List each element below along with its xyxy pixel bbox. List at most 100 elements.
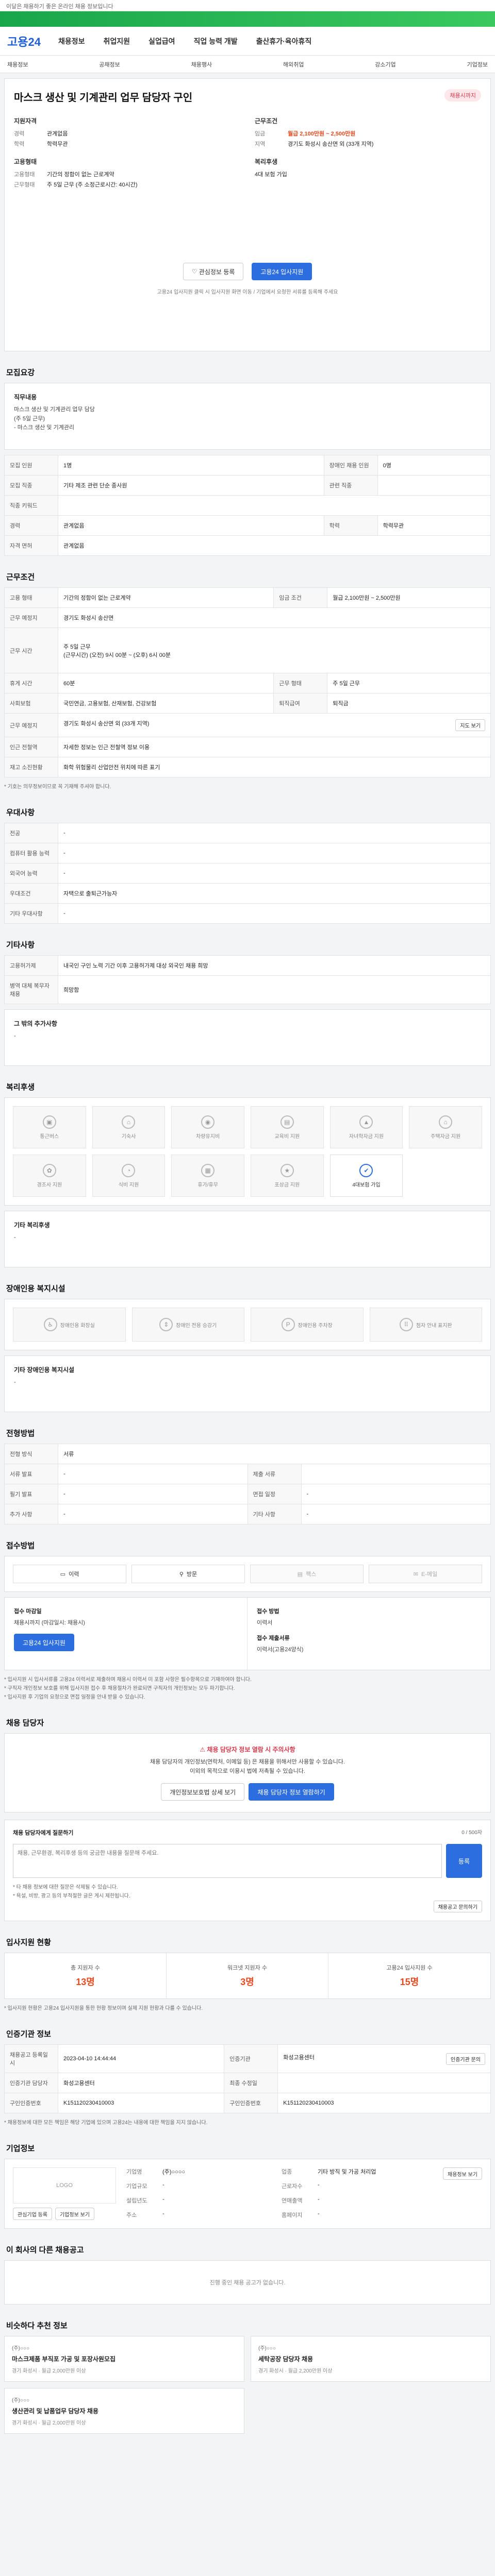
recommend-title: 마스크제품 부직포 가공 및 포장사원모집 — [12, 2355, 116, 2363]
subnav-small-giants[interactable]: 강소기업 — [375, 60, 395, 68]
gnb-item-unemployment[interactable]: 실업급여 — [148, 36, 175, 46]
table-row: 휴게 시간 60분 근무 형태 주 5일 근무 — [4, 673, 491, 693]
qa-counter: 0 / 500자 — [461, 1830, 482, 1836]
receive-tab-visit[interactable]: ⚲ 방문 — [131, 1565, 245, 1583]
cell-value: 0명 — [377, 455, 491, 476]
receive-tab-online[interactable]: ▭ 이력 — [13, 1565, 126, 1583]
table-row: 전형 방식 서류 — [4, 1444, 491, 1464]
site-logo[interactable]: 고용24 — [7, 33, 41, 49]
subnav-jobs[interactable]: 채용정보 — [7, 60, 28, 68]
alert-head: 채용 담당자 정보 열람 시 주의사항 — [207, 1746, 295, 1753]
cell-value: - — [58, 1484, 248, 1504]
gnb-item-support[interactable]: 취업지원 — [103, 36, 130, 46]
cell-header: 컴퓨터 활용 능력 — [4, 843, 58, 863]
welfare-item: ✿ 경조사 지원 — [13, 1155, 86, 1197]
receive-tab-email[interactable]: ✉ E-메일 — [369, 1565, 482, 1583]
subnav-events[interactable]: 채용행사 — [191, 60, 212, 68]
qa-submit-button[interactable]: 등록 — [446, 1844, 482, 1878]
braille-icon: ⠿ — [399, 1318, 413, 1331]
recommend-meta: 경기 화성시 · 월급 2,000만원 이상 — [12, 2420, 86, 2427]
table-row: 모집 인원 1명 장애인 채용 인원 0명 — [4, 455, 491, 476]
table-row: 구인인증번호 K151120230410003 구인인증번호 K15112023041… — [4, 2093, 491, 2114]
table-row: 필기 발표 - 면접 일정 - — [4, 1484, 491, 1504]
recommend-card[interactable]: (주)○○○ 생산관리 및 납품업무 담당자 채용 경기 화성시 · 월급 2,… — [4, 2388, 244, 2434]
receive-method-label: 접수 방법 — [257, 1608, 279, 1615]
page-bottom-spacer — [4, 2434, 491, 2454]
receive-tab-label: 방문 — [186, 1571, 197, 1578]
receive-notes: * 입사지원 시 입사서류를 고용24 이력서로 제출하며 채용시 이력서 미 … — [4, 1677, 252, 1700]
cell-header: 경력 — [4, 515, 58, 536]
table-row: 재고 소진현황 화학 위험물리 산업안전 위치에 따른 표기 — [4, 757, 491, 777]
promo-banner[interactable] — [0, 11, 495, 27]
facility-label: 장애인 전용 승강기 — [176, 1323, 217, 1329]
qa-title: 채용 담당자에게 질문하기 — [13, 1830, 74, 1837]
gnb-item-leave[interactable]: 출산휴가·육아휴직 — [256, 36, 312, 46]
subnav-company[interactable]: 기업정보 — [467, 60, 487, 68]
table-row: 고용 형태 기간의 정함이 없는 근로계약 임금 조건 월급 2,100만원 ~ 2,… — [4, 587, 491, 608]
view-contact-button[interactable]: 채용 담당자 정보 열람하기 — [249, 1783, 334, 1801]
welfare-summary-title: 복리후생 — [255, 158, 278, 165]
cell-value: 주 5일 근무 — [327, 673, 491, 693]
duty-box: 직무내용 마스크 생산 및 기계관리 업무 담당 (주 5일 근무) - 마스크… — [4, 383, 491, 450]
table-row: 전공 - — [4, 823, 491, 843]
facility-item: ♿ 장애인용 화장실 — [13, 1308, 126, 1342]
welfare-item: ◉ 차량유지비 — [171, 1106, 244, 1148]
subnav-public[interactable]: 공채정보 — [99, 60, 120, 68]
company-interest-button[interactable]: 관심기업 등록 — [13, 2208, 52, 2221]
recommend-card[interactable]: (주)○○○ 세탁공장 담당자 채용 경기 화성시 · 월급 2,200만원 이… — [251, 2336, 491, 2382]
top-notice-bar: 이달은 채용하기 좋은 온라인 채용 정보입니다 — [0, 0, 495, 11]
calendar-icon: ▦ — [201, 1163, 215, 1177]
value-education: 학력무관 — [47, 141, 68, 147]
table-row: 서류 발표 - 제출 서류 — [4, 1464, 491, 1484]
cell-header: 채용공고 등록일시 — [4, 2044, 58, 2074]
cell-header: 필기 발표 — [4, 1484, 58, 1504]
cell-value: 내국인 구인 노력 기간 이후 고용허가제 대상 외국인 채용 희망 — [58, 955, 491, 976]
gnb-item-jobs[interactable]: 채용정보 — [58, 36, 85, 46]
company-field-label: 기업명 — [126, 2169, 142, 2176]
cell-header: 추가 사항 — [4, 1504, 58, 1524]
duty-text: 마스크 생산 및 기계관리 업무 담당 (주 5일 근무) - 마스크 생산 및… — [14, 406, 95, 431]
cell-value: 기타 제조 관련 단순 종사원 — [58, 475, 324, 496]
cell-header: 퇴직급여 — [273, 693, 328, 714]
subnav-overseas[interactable]: 해외취업 — [283, 60, 304, 68]
company-field-value: - — [162, 2211, 164, 2217]
receive-tab-fax[interactable]: ▤ 팩스 — [250, 1565, 364, 1583]
recommend-card[interactable]: (주)○○○ 마스크제품 부직포 가공 및 포장사원모집 경기 화성시 · 월급… — [4, 2336, 244, 2382]
welfare-item: ◔ 식비 지원 — [92, 1155, 166, 1197]
map-view-button[interactable]: 지도 보기 — [455, 719, 485, 731]
welfare-label: 교육비 지원 — [274, 1133, 300, 1140]
apply-method-table: 전형 방식 서류 서류 발표 - 제출 서류 필기 발표 - 면접 일정 - 추가 사항 - 기… — [4, 1444, 491, 1524]
heart-icon: ♡ — [191, 268, 199, 275]
cell-header: 사회보험 — [4, 693, 58, 714]
privacy-law-button[interactable]: 개인정보보호법 상세 보기 — [161, 1783, 245, 1801]
cell-header: 면접 일정 — [247, 1484, 302, 1504]
company-jobs-button[interactable]: 채용정보 보기 — [443, 2167, 482, 2180]
job-title: 마스크 생산 및 기계관리 업무 담당자 구인 — [14, 92, 193, 104]
qa-input[interactable] — [13, 1844, 442, 1878]
shield-icon: ✔ — [359, 1163, 373, 1177]
save-interest-button[interactable]: ♡ 관심정보 등록 — [183, 263, 244, 280]
gnb-item-training[interactable]: 직업 능력 개발 — [194, 36, 238, 46]
receive-apply-button[interactable]: 고용24 입사지원 — [14, 1634, 74, 1651]
employment-type-title: 고용형태 — [14, 158, 37, 165]
company-field-value: - — [318, 2196, 320, 2203]
agency-inquiry-button[interactable]: 인증기관 문의 — [446, 2053, 485, 2065]
sub-nav: 채용정보 공채정보 채용행사 해외취업 강소기업 기업정보 — [0, 56, 495, 73]
deadline-label: 접수 마감일 — [14, 1608, 42, 1615]
stat-item: 고용24 입사지원 수 15명 — [328, 1953, 490, 1998]
company-info-button[interactable]: 기업정보 보기 — [55, 2208, 94, 2221]
facility-label: 점자 안내 표지판 — [416, 1323, 452, 1329]
table-row: 모집 직종 기타 제조 관련 단순 종사원 관련 직종 — [4, 475, 491, 496]
value-work-type: 주 5일 근무 (주 소정근로시간: 40시간) — [47, 182, 138, 188]
cell-header: 인증기관 — [224, 2044, 278, 2074]
cell-header: 전형 방식 — [4, 1444, 58, 1464]
cell-value — [277, 2073, 491, 2094]
receive-docs-label: 접수 제출서류 — [257, 1635, 290, 1641]
info-table: 채용공고 등록일시 2023-04-10 14:44:44 인증기관 화성고용센터 인증… — [4, 2044, 491, 2114]
qa-inquiry-link[interactable]: 채용공고 문의하기 — [433, 1901, 482, 1913]
table-row: 직종 키워드 — [4, 495, 491, 516]
cell-header: 우대조건 — [4, 883, 58, 904]
welfare-label: 기숙사 — [121, 1133, 136, 1140]
apply-button[interactable]: 고용24 입사지원 — [252, 263, 312, 280]
cell-value: 화성고용센터 — [57, 2073, 225, 2094]
